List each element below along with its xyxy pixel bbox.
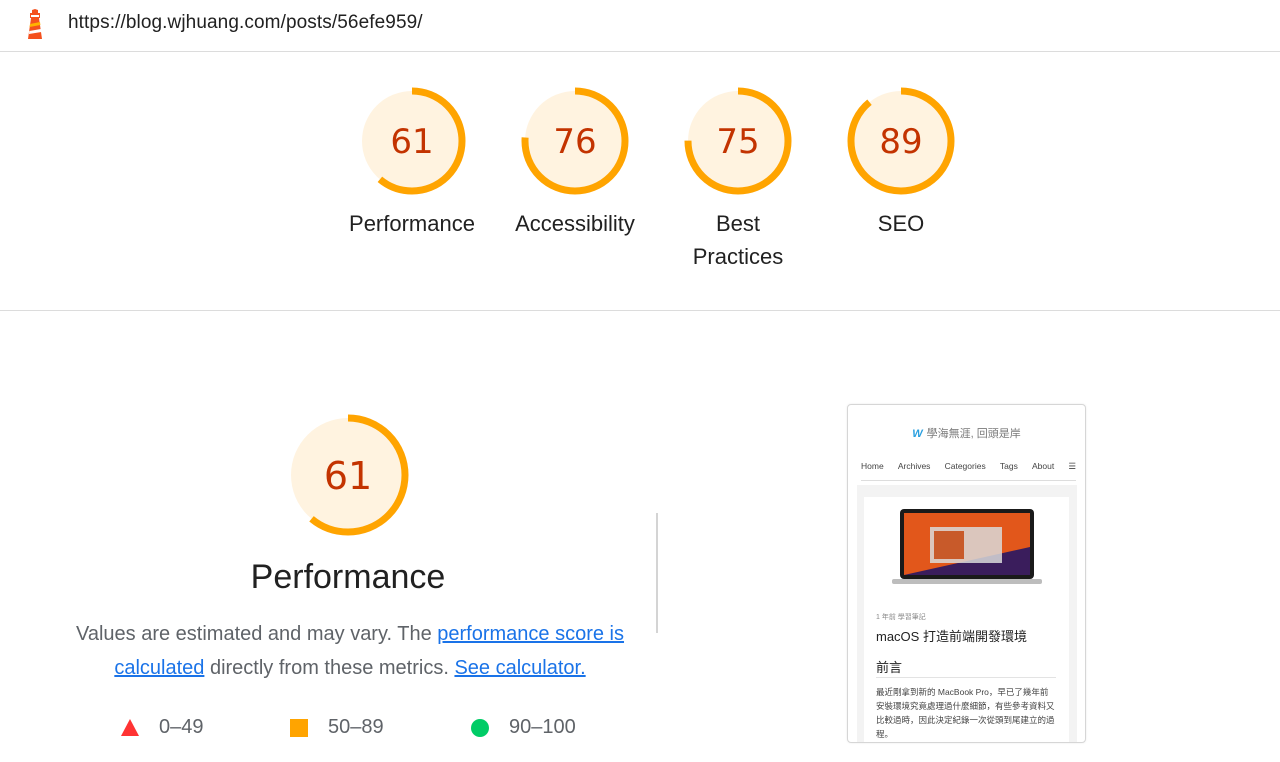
performance-gauge-ring: 61 — [287, 414, 409, 536]
description-text: Values are estimated and may vary. The — [75, 623, 438, 645]
divider — [876, 677, 1056, 678]
report-header: https://blog.wjhuang.com/posts/56efe959/ — [0, 0, 1280, 52]
post-title: macOS 打造前端開發環境 — [876, 629, 1027, 644]
description-text: directly from these metrics. — [204, 657, 455, 679]
gauge-performance[interactable]: 61 Performance — [327, 85, 497, 240]
triangle-icon — [121, 719, 139, 736]
site-logo-icon: W — [912, 428, 923, 440]
brand-text: 學海無涯, 回頭是岸 — [926, 428, 1021, 440]
gauge-ring: 75 — [684, 87, 792, 195]
gauge-score: 76 — [553, 122, 596, 162]
menu-icon: ☰ — [1068, 461, 1076, 471]
gauge-label: Accessibility — [515, 211, 635, 236]
legend-fail: 0–49 — [121, 716, 204, 739]
gauge-ring: 76 — [521, 87, 629, 195]
gauge-best-practices[interactable]: 75 Best Practices — [653, 85, 823, 273]
performance-gauge: 61 — [248, 412, 448, 538]
legend-pass: 90–100 — [471, 716, 576, 739]
performance-title: Performance — [250, 558, 446, 596]
gauge-label: Best Practices — [692, 211, 784, 269]
performance-score: 61 — [324, 454, 372, 498]
nav-item: Archives — [897, 461, 931, 471]
post-heading: 前言 — [876, 660, 903, 675]
final-screenshot[interactable]: W 學海無涯, 回頭是岸 Home Archives Categories Tag… — [847, 404, 1086, 743]
gauge-label: Performance — [349, 211, 475, 236]
vertical-divider — [656, 513, 658, 633]
screenshot-brand: W 學海無涯, 回頭是岸 — [848, 425, 1085, 441]
gauge-ring: 61 — [358, 87, 466, 195]
legend-range: 50–89 — [328, 716, 384, 738]
legend-range: 0–49 — [159, 716, 204, 738]
nav-item: Home — [861, 461, 884, 471]
score-legend: 0–49 50–89 90–100 — [0, 712, 700, 742]
gauge-score: 75 — [716, 122, 759, 162]
legend-average: 50–89 — [290, 716, 384, 739]
laptop-image — [892, 509, 1042, 584]
nav-item: Categories — [944, 461, 986, 471]
report-url[interactable]: https://blog.wjhuang.com/posts/56efe959/ — [68, 12, 423, 34]
post-body: 最近剛拿到新的 MacBook Pro，早已了幾年前安裝環境究竟處理過什麼細節，… — [876, 687, 1055, 739]
nav-item: About — [1031, 461, 1055, 471]
see-calculator-link[interactable]: See calculator. — [454, 657, 585, 679]
gauge-score: 89 — [879, 122, 922, 162]
gauge-accessibility[interactable]: 76 Accessibility — [490, 85, 660, 240]
circle-icon — [471, 718, 489, 737]
lighthouse-icon — [28, 9, 42, 39]
gauge-seo[interactable]: 89 SEO — [816, 85, 986, 240]
gauge-score: 61 — [390, 122, 433, 162]
legend-range: 90–100 — [509, 716, 576, 738]
gauge-ring: 89 — [847, 87, 955, 195]
category-gauges: 61 Performance 76 Accessibility 75 Best … — [0, 52, 1280, 311]
screenshot-nav: Home Archives Categories Tags About ☰ — [861, 461, 1076, 481]
post-meta: 1 年前 學習筆記 — [876, 614, 926, 621]
performance-description: Values are estimated and may vary. The p… — [70, 617, 630, 685]
gauge-label: SEO — [877, 211, 925, 236]
square-icon — [290, 718, 308, 737]
nav-item: Tags — [999, 461, 1018, 471]
